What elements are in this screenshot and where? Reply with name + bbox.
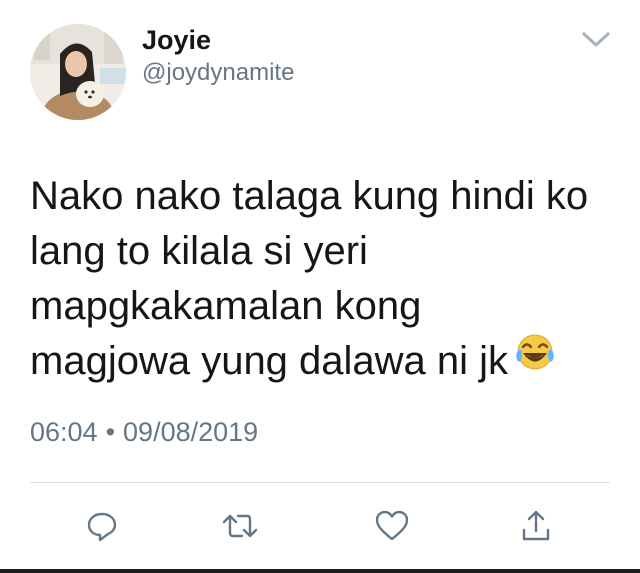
tweet-date: 09/08/2019 — [123, 417, 259, 447]
tweet-card: Joyie @joydynamite Nako nako talaga kung… — [0, 0, 640, 573]
tweet-line: lang to kilala si yeri — [30, 229, 368, 273]
bottom-border — [0, 569, 640, 573]
tears-of-joy-emoji-icon — [514, 332, 556, 387]
tweet-text: Nako nako talaga kung hindi ko lang to k… — [30, 169, 625, 389]
user-handle[interactable]: @joydynamite — [142, 58, 294, 88]
tweet-line: mapgkakamalan kong — [30, 284, 422, 328]
heart-icon — [375, 510, 409, 541]
tweet-line-with-emoji: magjowa yung dalawa ni jk — [30, 334, 625, 389]
reply-button[interactable] — [82, 506, 122, 546]
tweet-line: magjowa yung dalawa ni jk — [30, 339, 509, 383]
share-button[interactable] — [516, 506, 556, 546]
chevron-down-icon[interactable] — [576, 24, 616, 54]
retweet-icon — [222, 514, 258, 538]
like-button[interactable] — [372, 506, 412, 546]
retweet-button[interactable] — [220, 506, 260, 546]
reply-icon — [87, 512, 117, 542]
meta-separator: • — [105, 417, 116, 447]
profile-photo-icon — [30, 24, 126, 120]
tweet-timestamp: 06:04 • 09/08/2019 — [30, 414, 258, 450]
divider — [30, 482, 610, 483]
display-name[interactable]: Joyie — [142, 24, 211, 56]
tweet-line: Nako nako talaga kung hindi ko — [30, 174, 589, 218]
tweet-time: 06:04 — [30, 417, 98, 447]
avatar[interactable] — [30, 24, 126, 120]
share-icon — [522, 510, 550, 541]
